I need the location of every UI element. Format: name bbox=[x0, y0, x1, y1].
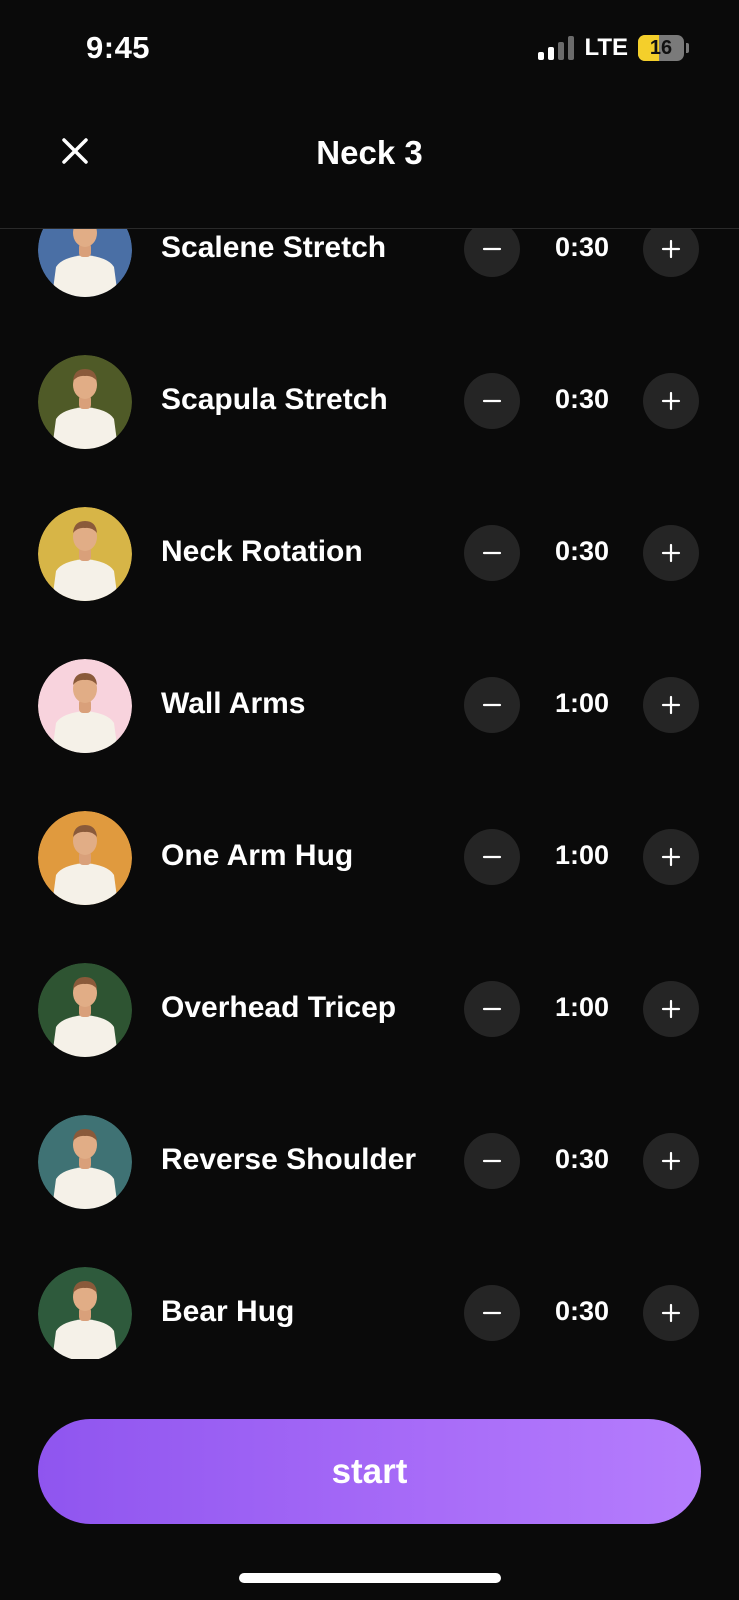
exercise-duration: 1:00 bbox=[554, 840, 610, 870]
exercise-row[interactable]: Scalene Stretch 0:30 bbox=[0, 229, 739, 309]
exercise-avatar bbox=[38, 355, 132, 449]
increase-duration-button[interactable] bbox=[643, 525, 699, 581]
minus-icon bbox=[482, 551, 502, 555]
exercise-avatar bbox=[38, 1115, 132, 1209]
exercise-duration: 0:30 bbox=[554, 384, 610, 414]
exercise-name: Wall Arms bbox=[161, 687, 306, 720]
exercise-name: One Arm Hug bbox=[161, 839, 354, 872]
exercise-duration: 1:00 bbox=[554, 992, 610, 1022]
increase-duration-button[interactable] bbox=[643, 1133, 699, 1189]
exercise-name: Reverse Shoulder bbox=[161, 1143, 417, 1176]
exercise-name: Neck Rotation bbox=[161, 535, 363, 568]
exercise-avatar bbox=[38, 659, 132, 753]
page-title: Neck 3 bbox=[316, 134, 423, 171]
exercise-avatar bbox=[38, 1267, 132, 1359]
increase-duration-button[interactable] bbox=[643, 373, 699, 429]
battery-icon: 16 bbox=[638, 35, 684, 61]
status-bar: 9:45 LTE 16 bbox=[0, 0, 739, 100]
decrease-duration-button[interactable] bbox=[464, 229, 520, 277]
plus-icon bbox=[661, 695, 681, 715]
plus-icon bbox=[661, 391, 681, 411]
exercise-name: Bear Hug bbox=[161, 1295, 295, 1328]
exercise-avatar bbox=[38, 229, 132, 297]
exercise-avatar bbox=[38, 811, 132, 905]
minus-icon bbox=[482, 1311, 502, 1315]
exercise-row[interactable]: Reverse Shoulder 0:30 bbox=[0, 1101, 739, 1221]
exercise-avatar bbox=[38, 963, 132, 1057]
home-indicator[interactable] bbox=[239, 1573, 501, 1583]
increase-duration-button[interactable] bbox=[643, 981, 699, 1037]
exercise-name: Scalene Stretch bbox=[161, 231, 387, 264]
decrease-duration-button[interactable] bbox=[464, 981, 520, 1037]
plus-icon bbox=[661, 239, 681, 259]
exercise-duration: 1:00 bbox=[554, 688, 610, 718]
exercise-name: Overhead Tricep bbox=[161, 991, 397, 1024]
minus-icon bbox=[482, 1007, 502, 1011]
exercise-duration: 0:30 bbox=[554, 1296, 610, 1326]
signal-icon bbox=[538, 36, 575, 60]
exercise-duration: 0:30 bbox=[554, 232, 610, 262]
decrease-duration-button[interactable] bbox=[464, 1133, 520, 1189]
increase-duration-button[interactable] bbox=[643, 677, 699, 733]
exercise-row[interactable]: Neck Rotation 0:30 bbox=[0, 493, 739, 613]
status-indicators: LTE 16 bbox=[538, 34, 689, 62]
decrease-duration-button[interactable] bbox=[464, 1285, 520, 1341]
exercise-row[interactable]: Bear Hug 0:30 bbox=[0, 1253, 739, 1359]
exercise-duration: 0:30 bbox=[554, 1144, 610, 1174]
decrease-duration-button[interactable] bbox=[464, 525, 520, 581]
header: Neck 3 bbox=[0, 100, 739, 229]
battery-level: 16 bbox=[649, 36, 673, 59]
minus-icon bbox=[482, 1159, 502, 1163]
plus-icon bbox=[661, 1151, 681, 1171]
plus-icon bbox=[661, 543, 681, 563]
exercise-row[interactable]: Overhead Tricep 1:00 bbox=[0, 949, 739, 1069]
increase-duration-button[interactable] bbox=[643, 829, 699, 885]
decrease-duration-button[interactable] bbox=[464, 373, 520, 429]
increase-duration-button[interactable] bbox=[643, 229, 699, 277]
exercise-row[interactable]: Wall Arms 1:00 bbox=[0, 645, 739, 765]
decrease-duration-button[interactable] bbox=[464, 677, 520, 733]
exercise-row[interactable]: Scapula Stretch 0:30 bbox=[0, 341, 739, 461]
exercise-name: Scapula Stretch bbox=[161, 383, 388, 416]
plus-icon bbox=[661, 1303, 681, 1323]
status-time: 9:45 bbox=[86, 30, 151, 65]
minus-icon bbox=[482, 399, 502, 403]
exercise-duration: 0:30 bbox=[554, 536, 610, 566]
plus-icon bbox=[661, 847, 681, 867]
screen: 9:45 LTE 16 Neck 3 Scalene Stretch 0:30 … bbox=[0, 0, 739, 1600]
exercise-row[interactable]: One Arm Hug 1:00 bbox=[0, 797, 739, 917]
minus-icon bbox=[482, 855, 502, 859]
network-type: LTE bbox=[584, 34, 628, 61]
increase-duration-button[interactable] bbox=[643, 1285, 699, 1341]
minus-icon bbox=[482, 247, 502, 251]
decrease-duration-button[interactable] bbox=[464, 829, 520, 885]
minus-icon bbox=[482, 703, 502, 707]
exercise-list[interactable]: Scalene Stretch 0:30 Scapula Stretch 0:30 Ne… bbox=[0, 229, 739, 1359]
start-button[interactable]: start bbox=[38, 1419, 701, 1524]
plus-icon bbox=[661, 999, 681, 1019]
exercise-avatar bbox=[38, 507, 132, 601]
